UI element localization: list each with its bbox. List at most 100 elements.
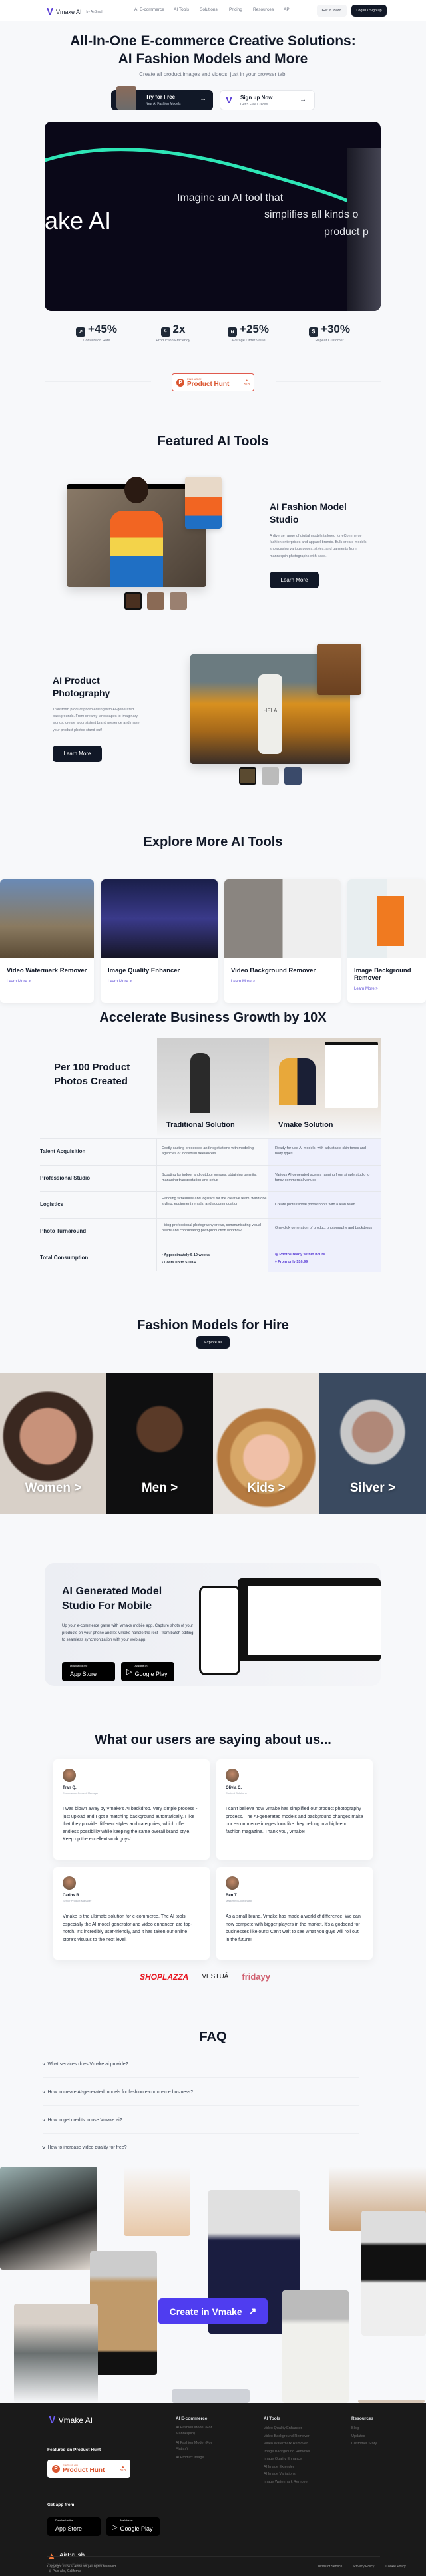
mannequin-thumb xyxy=(185,477,222,529)
login-button[interactable]: Log in / Sign up xyxy=(351,5,387,17)
traditional-header: Traditional Solution xyxy=(157,1038,269,1137)
play-icon: ▷ xyxy=(126,1668,132,1676)
explore-title: Explore More AI Tools xyxy=(143,835,283,849)
faq-title: FAQ xyxy=(199,2030,227,2044)
feature-desc: A diverse range of digital models tailor… xyxy=(270,534,367,558)
avatar xyxy=(226,1769,239,1782)
gallery-photo xyxy=(282,2290,349,2403)
footer-link[interactable]: AI Image Variations xyxy=(264,2471,310,2479)
gallery-photo xyxy=(124,2167,190,2236)
thumb[interactable] xyxy=(170,592,187,610)
category-men[interactable]: Men > xyxy=(106,1373,213,1514)
footer-link[interactable]: AI Image Extender xyxy=(264,2464,310,2471)
create-in-vmake-button[interactable]: Create in Vmake ↗ xyxy=(158,2298,268,2324)
clock-icon: ◷ xyxy=(275,1253,278,1257)
footer-link[interactable]: AI Fashion Model (For Mannequin) xyxy=(176,2425,216,2438)
category-kids[interactable]: Kids > xyxy=(213,1373,320,1514)
footer-link[interactable]: Blog xyxy=(351,2425,377,2433)
app-store-button[interactable]: Download on the App Store xyxy=(47,2517,101,2536)
location-pin-icon: ⊙ xyxy=(49,2569,52,2573)
product-hunt-badge[interactable]: P FIND US ON Product Hunt ▲ 518 xyxy=(172,373,254,391)
footer-link[interactable]: Customer Story xyxy=(351,2440,377,2448)
google-play-button[interactable]: ▷ Available on Google Play xyxy=(121,1662,174,1681)
tool-card-image-bg-remover[interactable]: Image Background Remover Learn More > xyxy=(347,879,426,1003)
get-in-touch-button[interactable]: Get in touch xyxy=(317,5,347,17)
tool-card-image-enhancer[interactable]: Image Quality Enhancer Learn More > xyxy=(101,879,218,1003)
thumb[interactable] xyxy=(147,592,164,610)
gallery-photo xyxy=(172,2389,250,2403)
faq-item[interactable]: v How to create AI-generated models for f… xyxy=(42,2083,359,2106)
thumb[interactable] xyxy=(239,767,256,785)
testimonials-title: What our users are saying about us... xyxy=(95,1733,331,1747)
hero-video[interactable]: ake AI Imagine an AI tool that simplifie… xyxy=(45,122,381,311)
learn-more-button[interactable]: Learn More xyxy=(270,572,319,588)
nav-solutions[interactable]: Solutions xyxy=(200,7,218,12)
model-thumb xyxy=(116,86,136,110)
footer-link[interactable]: Video Quality Enhancer xyxy=(264,2425,310,2433)
logo[interactable]: V Vmake AI by AirBrush xyxy=(47,6,103,17)
category-silver[interactable]: Silver > xyxy=(320,1373,426,1514)
gallery-photo xyxy=(90,2251,157,2375)
avatar xyxy=(226,1876,239,1890)
gallery-photo xyxy=(361,2211,426,2336)
nav-ai-tools[interactable]: AI Tools xyxy=(174,7,189,12)
footer-link[interactable]: Image Quality Enhancer xyxy=(264,2456,310,2464)
hero-subtitle: Create all product images and videos, ju… xyxy=(139,71,287,77)
product-thumbs xyxy=(239,767,302,785)
stat-conversion: ↗ +45% Conversion Rate xyxy=(60,323,133,343)
product-hunt-icon: P xyxy=(52,2465,60,2473)
try-free-button[interactable]: Try for Free New AI Fashion Models → xyxy=(111,86,213,110)
footer-link[interactable]: AI Product Image xyxy=(176,2455,216,2461)
footer-logo[interactable]: V Vmake AI xyxy=(49,2414,93,2426)
cookie-link[interactable]: Cookie Policy xyxy=(385,2565,405,2569)
app-store-button[interactable]: Download on the App Store xyxy=(62,1662,115,1681)
feature-title: AI Product Photography xyxy=(53,675,110,698)
faq-item[interactable]: v What services does Vmake.ai provide? xyxy=(42,2055,359,2078)
sign-up-button[interactable]: V Sign up Now Get 5 Free Credits → xyxy=(220,90,315,110)
product-hunt-badge[interactable]: P FIND US ON Product Hunt ▲ 518 xyxy=(47,2460,130,2478)
footer-link[interactable]: AI Fashion Model (For Flatlay) xyxy=(176,2440,216,2453)
top-nav: V Vmake AI by AirBrush AI E-commerce AI … xyxy=(0,0,426,21)
explore-all-button[interactable]: Explore all xyxy=(196,1336,230,1349)
table-row: Logistics Handling schedules and logistic… xyxy=(40,1191,381,1219)
google-play-button[interactable]: ▷ Available on Google Play xyxy=(106,2517,160,2536)
chevron-down-icon: v xyxy=(42,2062,46,2067)
thumb[interactable] xyxy=(124,592,142,610)
footer-link[interactable]: Image Background Remover xyxy=(264,2448,310,2456)
feature-desc: Transform product photo editing with AI-… xyxy=(53,708,140,732)
tool-card-video-watermark[interactable]: Video Watermark Remover Learn More > xyxy=(0,879,94,1003)
avatar xyxy=(63,1876,76,1890)
growth-title: Accelerate Business Growth by 10X xyxy=(99,1010,327,1025)
tag-icon: ◊ xyxy=(275,1260,277,1264)
faq-item[interactable]: v How to get credits to use Vmake.ai? xyxy=(42,2111,359,2134)
vmake-logo-icon: V xyxy=(226,95,233,106)
table-row: Photo Turnaround Hiring professional phot… xyxy=(40,1218,381,1245)
thumb[interactable] xyxy=(262,767,279,785)
thumb[interactable] xyxy=(284,767,302,785)
footer-link[interactable]: Video Background Remover xyxy=(264,2433,310,2441)
play-icon: ▷ xyxy=(112,2523,118,2531)
category-women[interactable]: Women > xyxy=(0,1373,106,1514)
tool-card-video-bg-remover[interactable]: Video Background Remover Learn More > xyxy=(224,879,341,1003)
stat-efficiency: ϟ 2x Production Efficiency xyxy=(156,323,190,343)
dollar-icon: $ xyxy=(309,327,319,337)
learn-more-button[interactable]: Learn More xyxy=(53,746,102,762)
nav-api[interactable]: API xyxy=(284,7,290,12)
terms-link[interactable]: Terms of Service xyxy=(318,2565,342,2569)
nav-ai-ecommerce[interactable]: AI E-commerce xyxy=(134,7,164,12)
vestua-logo: VESTUÁ xyxy=(202,1973,229,1980)
testimonial-card: Ben T. Marketing Coordinator As a small br… xyxy=(216,1867,373,1960)
arrow-right-icon: → xyxy=(200,95,206,103)
feature-title: AI Fashion Model Studio xyxy=(270,501,347,525)
footer-link[interactable]: Updates xyxy=(351,2433,377,2441)
footer-link[interactable]: Image Watermark Remover xyxy=(264,2479,310,2487)
nav-resources[interactable]: Resources xyxy=(253,7,274,12)
laptop-mockup xyxy=(238,1578,381,1661)
partner-logos: SHOPLAZZA VESTUÁ fridayy xyxy=(140,1972,270,1982)
faq-item[interactable]: v How to increase video quality for free? xyxy=(42,2139,359,2161)
privacy-link[interactable]: Privacy Policy xyxy=(353,2565,374,2569)
nav-pricing[interactable]: Pricing xyxy=(229,7,242,12)
table-row: Talent Acquisition Costly casting process… xyxy=(40,1138,381,1166)
footer-link[interactable]: Video Watermark Remover xyxy=(264,2440,310,2448)
stat-order-value: ⊌ +25% Average Order Value xyxy=(212,323,285,343)
